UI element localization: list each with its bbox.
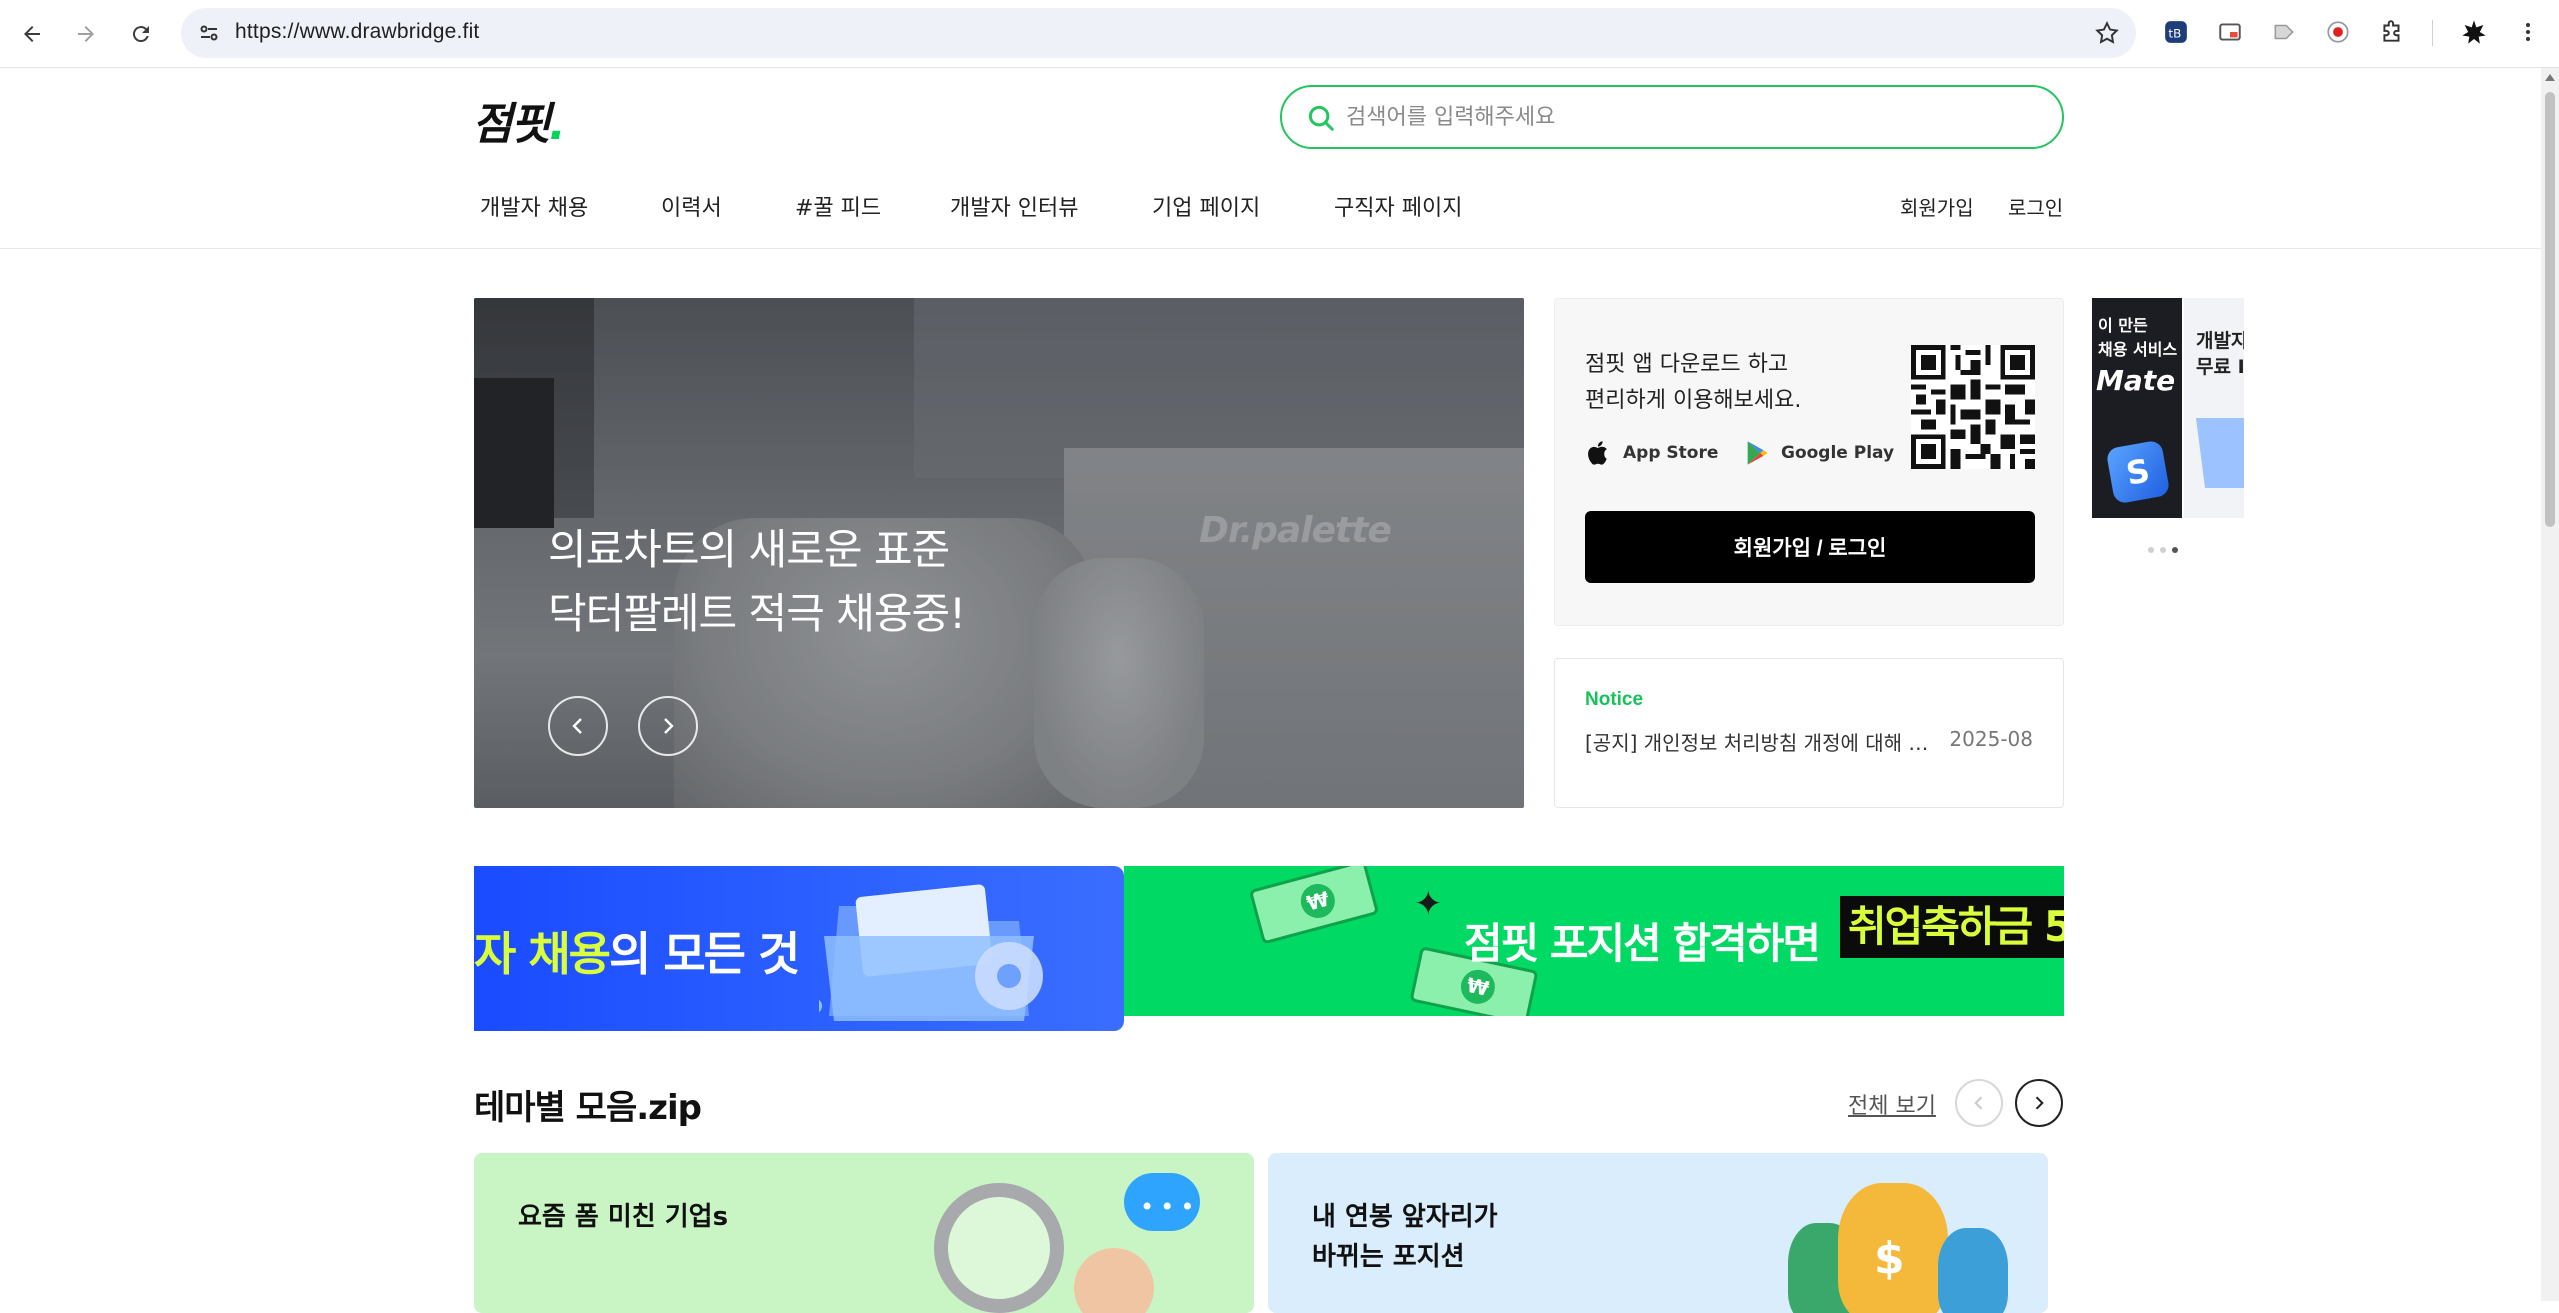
section-title: 테마별 모음.zip [474, 1088, 702, 1128]
hero-next-button[interactable] [638, 696, 698, 756]
app-download-text: 점핏 앱 다운로드 하고 편리하게 이용해보세요. [1585, 352, 1802, 413]
forward-button[interactable] [66, 14, 106, 54]
money-bag-icon [1938, 1228, 2008, 1313]
nav-feed[interactable]: #꿀 피드 [795, 190, 881, 222]
back-button[interactable] [12, 14, 52, 54]
promo-banner-bonus[interactable]: ✦ 점핏 포지션 합격하면 취업축하금 5 [1124, 866, 2064, 1016]
google-play-link[interactable]: Google Play [1743, 435, 1894, 471]
puzzle-icon[interactable] [2376, 16, 2408, 48]
view-all-link[interactable]: 전체 보기 [1848, 1088, 1936, 1120]
notice-date: 2025-08 [1949, 727, 2033, 751]
mini-banner-pagination [2148, 547, 2178, 553]
chevron-right-icon [664, 718, 674, 734]
person-illustration [1074, 1248, 1154, 1313]
section-next-button[interactable] [2015, 1079, 2063, 1127]
nav-company-page[interactable]: 기업 페이지 [1152, 190, 1260, 222]
hero-title: 의료차트의 새로운 표준 닥터팔레트 적극 채용중! [548, 525, 966, 638]
app-download-card: 점핏 앱 다운로드 하고 편리하게 이용해보세요. App Store Goog… [1554, 298, 2064, 626]
reload-button[interactable] [121, 14, 161, 54]
search-icon [1308, 105, 1334, 131]
chevron-left-icon [1974, 1096, 1983, 1110]
cast-extension-icon[interactable] [2214, 16, 2246, 48]
nav-resume[interactable]: 이력서 [661, 190, 722, 222]
pagination-dot[interactable] [2160, 547, 2166, 553]
apple-icon [1588, 441, 1607, 465]
page-scrollbar[interactable] [2541, 68, 2559, 1301]
chevron-right-icon [2035, 1096, 2044, 1110]
theme-card-hot-companies[interactable]: 요즘 폼 미친 기업s ••• [474, 1153, 1254, 1313]
pagination-dot-active[interactable] [2172, 547, 2178, 553]
theme-card-salary-jump[interactable]: 내 연봉 앞자리가 바뀌는 포지션 $ [1268, 1153, 2048, 1313]
url-text: https://www.drawbridge.fit [235, 20, 480, 43]
side-mini-banner[interactable]: 이 만든 채용 서비스 Mate S 개발자 무료 I [2092, 298, 2244, 518]
promo-banner-recruiting[interactable]: 자 채용의 모든 것 [474, 866, 1124, 1031]
scroll-up-arrow[interactable] [2545, 74, 2555, 81]
hero-prev-button[interactable] [548, 696, 608, 756]
money-bill-icon [1248, 866, 1380, 945]
address-bar[interactable]: https://www.drawbridge.fit [181, 8, 2136, 58]
notice-label: Notice [1585, 689, 1644, 710]
menu-icon[interactable] [2512, 16, 2544, 48]
site-logo[interactable]: 점핏. [472, 88, 566, 152]
screenshot-extension-icon[interactable] [2268, 16, 2300, 48]
google-play-icon [1747, 441, 1768, 465]
scrollbar-thumb[interactable] [2545, 92, 2555, 527]
back-icon [24, 26, 40, 42]
bookmark-star-icon[interactable] [2094, 20, 2120, 46]
magnifier-illustration [934, 1183, 1064, 1313]
toolbar-divider [2432, 20, 2433, 46]
folder-illustration [819, 884, 1043, 1021]
notice-card[interactable]: Notice [공지] 개인정보 처리방침 개정에 대해 안내드립니다 2025… [1554, 658, 2064, 808]
app-store-link[interactable]: App Store [1585, 435, 1718, 471]
signup-link[interactable]: 회원가입 [1900, 192, 1974, 221]
nav-developer-interview[interactable]: 개발자 인터뷰 [950, 190, 1078, 222]
chevron-left-icon [572, 718, 582, 734]
notice-title[interactable]: [공지] 개인정보 처리방침 개정에 대해 안내드립니다 [1585, 727, 1945, 756]
nav-developer-jobs[interactable]: 개발자 채용 [480, 190, 588, 222]
mini-banner-logo: S [2105, 439, 2171, 505]
browser-toolbar: https://www.drawbridge.fit tB [0, 0, 2559, 68]
nav-jobseeker-page[interactable]: 구직자 페이지 [1334, 190, 1462, 222]
pagination-dot[interactable] [2148, 547, 2154, 553]
profile-icon[interactable] [2458, 16, 2490, 48]
login-link[interactable]: 로그인 [2008, 192, 2063, 221]
signup-login-button[interactable]: 회원가입 / 로그인 [1585, 511, 2035, 583]
translate-extension-icon[interactable]: tB [2160, 16, 2192, 48]
svg-text:tB: tB [2168, 26, 2181, 40]
header-divider [0, 248, 2541, 249]
dollar-icon: $ [1874, 1233, 1905, 1284]
search-input[interactable] [1346, 97, 2026, 137]
forward-icon [78, 26, 94, 42]
site-settings-icon[interactable] [193, 17, 225, 49]
record-extension-icon[interactable] [2322, 16, 2354, 48]
hero-banner[interactable]: Dr.palette 의료차트의 새로운 표준 닥터팔레트 적극 채용중! [474, 298, 1524, 808]
section-prev-button[interactable] [1955, 1079, 2003, 1127]
qr-code-image [1911, 345, 2035, 469]
reload-icon [132, 26, 149, 43]
search-box[interactable] [1280, 85, 2064, 149]
sparkle-icon: ✦ [1414, 884, 1443, 924]
